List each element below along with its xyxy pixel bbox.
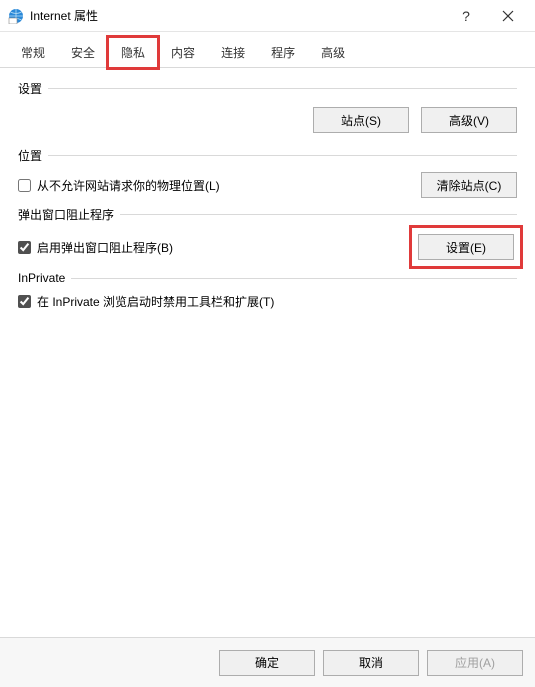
window-title: Internet 属性 bbox=[30, 7, 447, 24]
tab-advanced[interactable]: 高级 bbox=[308, 37, 358, 68]
dialog-footer: 确定 取消 应用(A) bbox=[0, 637, 535, 687]
location-checkbox-row[interactable]: 从不允许网站请求你的物理位置(L) bbox=[18, 177, 220, 194]
divider bbox=[48, 155, 517, 156]
help-button[interactable]: ? bbox=[447, 1, 485, 31]
tab-programs[interactable]: 程序 bbox=[258, 37, 308, 68]
section-inprivate: InPrivate bbox=[18, 271, 517, 285]
sites-button[interactable]: 站点(S) bbox=[313, 107, 409, 133]
section-popup: 弹出窗口阻止程序 bbox=[18, 206, 517, 223]
location-checkbox[interactable] bbox=[18, 179, 31, 192]
ok-button[interactable]: 确定 bbox=[219, 650, 315, 676]
apply-button[interactable]: 应用(A) bbox=[427, 650, 523, 676]
section-label-popup: 弹出窗口阻止程序 bbox=[18, 206, 114, 223]
tab-privacy[interactable]: 隐私 bbox=[108, 37, 158, 68]
advanced-button[interactable]: 高级(V) bbox=[421, 107, 517, 133]
tab-general[interactable]: 常规 bbox=[8, 37, 58, 68]
titlebar: Internet 属性 ? bbox=[0, 0, 535, 32]
inprivate-checkbox-row[interactable]: 在 InPrivate 浏览启动时禁用工具栏和扩展(T) bbox=[18, 293, 274, 310]
section-label-inprivate: InPrivate bbox=[18, 271, 65, 285]
tab-security[interactable]: 安全 bbox=[58, 37, 108, 68]
close-button[interactable] bbox=[485, 1, 531, 31]
divider bbox=[48, 88, 517, 89]
inprivate-checkbox[interactable] bbox=[18, 295, 31, 308]
popup-checkbox-row[interactable]: 启用弹出窗口阻止程序(B) bbox=[18, 239, 173, 256]
section-settings: 设置 bbox=[18, 80, 517, 97]
section-label-settings: 设置 bbox=[18, 80, 42, 97]
popup-settings-button[interactable]: 设置(E) bbox=[418, 234, 514, 260]
tab-page-privacy: 设置 站点(S) 高级(V) 位置 从不允许网站请求你的物理位置(L) 清除站点… bbox=[0, 68, 535, 658]
popup-checkbox[interactable] bbox=[18, 241, 31, 254]
inprivate-checkbox-label: 在 InPrivate 浏览启动时禁用工具栏和扩展(T) bbox=[37, 293, 274, 310]
cancel-button[interactable]: 取消 bbox=[323, 650, 419, 676]
tab-connections[interactable]: 连接 bbox=[208, 37, 258, 68]
location-checkbox-label: 从不允许网站请求你的物理位置(L) bbox=[37, 177, 220, 194]
tab-content[interactable]: 内容 bbox=[158, 37, 208, 68]
tabstrip: 常规 安全 隐私 内容 连接 程序 高级 bbox=[0, 32, 535, 68]
section-location: 位置 bbox=[18, 147, 517, 164]
popup-checkbox-label: 启用弹出窗口阻止程序(B) bbox=[37, 239, 173, 256]
section-label-location: 位置 bbox=[18, 147, 42, 164]
internet-icon bbox=[8, 8, 24, 24]
clear-sites-button[interactable]: 清除站点(C) bbox=[421, 172, 517, 198]
divider bbox=[71, 278, 517, 279]
divider bbox=[120, 214, 517, 215]
